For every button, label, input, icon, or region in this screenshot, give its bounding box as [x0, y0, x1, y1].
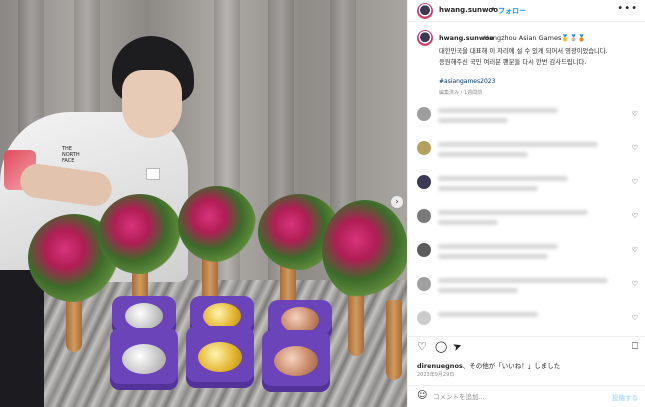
caption-text-line: 응원해주신 국민 여러분 팬분들 다시 한번 감사드립니다.	[439, 59, 587, 66]
blurred-comment-text	[438, 244, 558, 249]
blurred-comment-text	[438, 118, 508, 123]
comment-like-icon[interactable]: ♡	[632, 246, 638, 254]
author-username[interactable]: hwang.sunwoo	[439, 6, 498, 14]
blurred-comment-text	[438, 312, 538, 317]
commenter-avatar[interactable]	[417, 277, 431, 291]
blurred-comment-text	[438, 278, 608, 283]
blurred-comment-text	[438, 152, 528, 157]
post-panel: hwang.sunwoo • フォロー ••• hwang.sunwoo Han…	[407, 0, 645, 407]
follow-button[interactable]: フォロー	[498, 6, 526, 16]
blurred-comment-text	[438, 254, 548, 259]
athlete-legs	[0, 270, 44, 407]
commenter-avatar[interactable]	[417, 107, 431, 121]
jacket-logo: THE NORTH FACE	[62, 146, 80, 164]
comment-item: ♡	[408, 100, 645, 134]
comment-input[interactable]	[433, 391, 613, 403]
comment-item: ♡	[408, 270, 645, 304]
comment-like-icon[interactable]: ♡	[632, 280, 638, 288]
heart-icon[interactable]: ♡	[417, 341, 427, 353]
comment-icon[interactable]: ◯	[435, 341, 447, 353]
bookmark-icon[interactable]: ⎕	[632, 341, 638, 353]
blurred-comment-text	[438, 108, 558, 113]
post-date[interactable]: 2023年9月29日	[417, 371, 454, 378]
comment-like-icon[interactable]: ♡	[632, 110, 638, 118]
comment-item: ♡	[408, 304, 645, 332]
comment-like-icon[interactable]: ♡	[632, 314, 638, 322]
commenter-avatar[interactable]	[417, 175, 431, 189]
medal-box	[262, 330, 330, 392]
blurred-comment-text	[438, 176, 568, 181]
medal-box	[110, 328, 178, 390]
comment-item: ♡	[408, 168, 645, 202]
comment-list[interactable]: ♡ ♡ ♡ ♡ ♡ ♡ ♡	[408, 100, 645, 332]
commenter-avatar[interactable]	[417, 311, 431, 325]
comment-like-icon[interactable]: ♡	[632, 178, 638, 186]
bronze-medal	[274, 346, 318, 376]
flower-bouquet	[322, 200, 407, 300]
author-avatar[interactable]	[417, 3, 433, 19]
comment-item: ♡	[408, 236, 645, 270]
caption-meta: 編集済み・1週間前	[439, 90, 483, 96]
blurred-comment-text	[438, 210, 588, 215]
athlete-face	[122, 70, 182, 138]
comment-like-icon[interactable]: ♡	[632, 144, 638, 152]
liker-username[interactable]: direnuegnos	[417, 362, 463, 370]
comment-item: ♡	[408, 202, 645, 236]
share-icon[interactable]: ➤	[451, 339, 464, 354]
flower-bouquet	[178, 186, 256, 262]
blurred-comment-text	[438, 288, 518, 293]
hashtag-link[interactable]: #asiangames2023	[439, 78, 495, 85]
likes-summary: direnuegnos、その他が「いいね！」しました	[417, 360, 560, 370]
vase	[386, 300, 402, 380]
gold-medal	[198, 342, 242, 372]
comment-like-icon[interactable]: ♡	[632, 212, 638, 220]
medal-box	[186, 326, 254, 388]
header-separator: •	[491, 5, 496, 13]
caption-text-line: 대한민국을 대표해 이 자리에 설 수 있게 되어서 영광이었습니다.	[439, 48, 608, 55]
comment-item: ♡	[408, 134, 645, 168]
silver-medal	[122, 344, 166, 374]
caption-title: Hangzhou Asian Games🥇🥈🥉	[484, 34, 586, 42]
flower-bouquet	[98, 194, 182, 274]
comment-composer: ☺ 投稿する	[408, 385, 645, 407]
commenter-avatar[interactable]	[417, 209, 431, 223]
commenter-avatar[interactable]	[417, 141, 431, 155]
post-comment-button[interactable]: 投稿する	[612, 392, 638, 402]
blurred-comment-text	[438, 220, 498, 225]
caption-avatar[interactable]	[417, 30, 433, 46]
post-photo[interactable]: THE NORTH FACE ›	[0, 0, 407, 407]
flag-patch	[146, 168, 160, 180]
silver-medal	[125, 303, 163, 329]
next-image-button[interactable]: ›	[391, 196, 403, 208]
blurred-comment-text	[438, 142, 598, 147]
post-header: hwang.sunwoo • フォロー •••	[408, 0, 645, 22]
blurred-comment-text	[438, 186, 538, 191]
commenter-avatar[interactable]	[417, 243, 431, 257]
emoji-icon[interactable]: ☺	[417, 390, 427, 401]
post-action-bar: ♡ ◯ ➤ ⎕	[408, 336, 645, 356]
likes-text[interactable]: その他が「いいね！」しました	[469, 362, 560, 370]
more-options-icon[interactable]: •••	[617, 3, 638, 14]
